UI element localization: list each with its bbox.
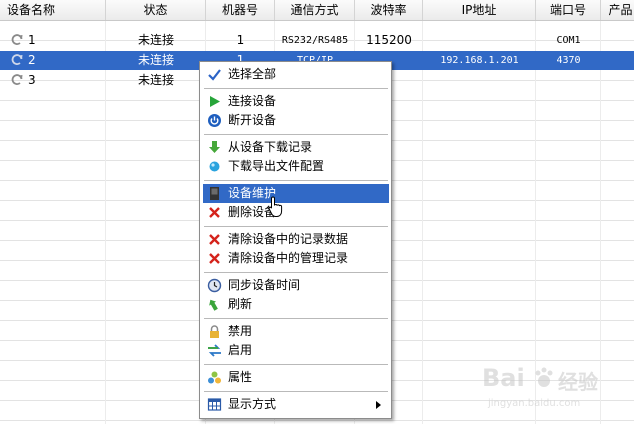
grid-view-icon <box>207 398 222 411</box>
device-refresh-icon <box>11 34 23 45</box>
red-x-icon <box>209 207 220 218</box>
red-x-icon <box>209 253 220 264</box>
menu-item-delete-device[interactable]: 删除设备 <box>203 203 389 222</box>
column-header-ip[interactable]: IP地址 <box>423 0 536 20</box>
table-header: 设备名称 状态 机器号 通信方式 波特率 IP地址 端口号 产品 <box>0 0 634 21</box>
baidu-watermark: Bai 经验 jingyan.baidu.com <box>478 362 628 418</box>
menu-item-label: 清除设备中的记录数据 <box>228 232 349 246</box>
context-menu: 选择全部 连接设备 断开设备 从设备下载记录 下载导出文件配置 设备维护 删除设… <box>199 61 392 419</box>
watermark-brand-suffix: 经验 <box>558 370 598 394</box>
device-refresh-icon <box>11 74 23 85</box>
refresh-icon <box>209 299 218 311</box>
properties-icon <box>208 371 221 384</box>
device-icon <box>210 187 219 200</box>
menu-item-label: 从设备下载记录 <box>228 140 313 154</box>
swap-arrows-icon <box>208 344 221 357</box>
column-header-product[interactable]: 产品 <box>601 0 634 20</box>
red-x-icon <box>209 234 220 245</box>
power-icon <box>208 114 221 127</box>
column-header-status[interactable]: 状态 <box>106 0 206 20</box>
menu-item-display-mode[interactable]: 显示方式 <box>203 395 389 414</box>
cell-status: 未连接 <box>137 33 174 47</box>
menu-separator <box>204 134 388 135</box>
menu-separator <box>204 226 388 227</box>
play-arrow-icon <box>210 96 220 107</box>
clock-icon <box>207 278 222 293</box>
device-refresh-icon <box>11 54 23 65</box>
cell-baud: 115200 <box>366 33 412 47</box>
menu-item-enable[interactable]: 启用 <box>203 341 389 360</box>
column-header-comm[interactable]: 通信方式 <box>275 0 355 20</box>
menu-item-disconnect[interactable]: 断开设备 <box>203 111 389 130</box>
cell-name: 1 <box>28 33 36 47</box>
cell-port: COM1 <box>556 35 581 46</box>
cell-name: 2 <box>28 53 36 67</box>
menu-separator <box>204 364 388 365</box>
menu-separator <box>204 391 388 392</box>
cell-ip <box>423 31 536 50</box>
menu-item-sync-time[interactable]: 同步设备时间 <box>203 276 389 295</box>
column-header-name[interactable]: 设备名称 <box>0 0 106 20</box>
menu-item-clear-records[interactable]: 清除设备中的记录数据 <box>203 230 389 249</box>
menu-item-device-maintenance[interactable]: 设备维护 <box>203 184 389 203</box>
menu-item-properties[interactable]: 属性 <box>203 368 389 387</box>
menu-item-connect[interactable]: 连接设备 <box>203 92 389 111</box>
cell-ip: 192.168.1.201 <box>440 55 519 66</box>
menu-item-label: 启用 <box>228 343 253 357</box>
menu-separator <box>204 318 388 319</box>
menu-separator <box>204 272 388 273</box>
menu-item-select-all[interactable]: 选择全部 <box>203 65 389 84</box>
menu-item-label: 显示方式 <box>228 397 277 411</box>
checkmark-icon <box>208 69 221 81</box>
column-header-baud[interactable]: 波特率 <box>355 0 423 20</box>
cell-name: 3 <box>28 73 36 87</box>
cell-machine: 1 <box>236 33 245 47</box>
table-row[interactable]: 1 未连接 1 RS232/RS485 115200 COM1 <box>0 31 634 50</box>
menu-item-label: 属性 <box>228 370 253 384</box>
blue-dot-icon <box>209 161 220 172</box>
cell-status: 未连接 <box>137 73 174 87</box>
menu-separator <box>204 180 388 181</box>
cell-status: 未连接 <box>137 53 174 67</box>
menu-item-label: 刷新 <box>228 297 253 311</box>
menu-item-export-config[interactable]: 下载导出文件配置 <box>203 157 389 176</box>
watermark-url: jingyan.baidu.com <box>488 398 581 409</box>
watermark-brand: Bai <box>482 364 525 392</box>
lock-icon <box>210 325 219 338</box>
menu-item-download-records[interactable]: 从设备下载记录 <box>203 138 389 157</box>
submenu-arrow-icon <box>376 401 381 409</box>
hand-cursor-icon <box>268 196 283 217</box>
column-header-port[interactable]: 端口号 <box>536 0 601 20</box>
menu-item-label: 同步设备时间 <box>228 278 301 292</box>
cell-comm: RS232/RS485 <box>281 35 349 46</box>
menu-item-label: 连接设备 <box>228 94 277 108</box>
menu-item-label: 禁用 <box>228 324 253 338</box>
menu-separator <box>204 88 388 89</box>
menu-item-label: 清除设备中的管理记录 <box>228 251 349 265</box>
menu-item-label: 选择全部 <box>228 67 277 81</box>
column-header-machine[interactable]: 机器号 <box>206 0 275 20</box>
paw-logo-icon <box>535 367 553 387</box>
menu-item-clear-admin-records[interactable]: 清除设备中的管理记录 <box>203 249 389 268</box>
menu-item-refresh[interactable]: 刷新 <box>203 295 389 314</box>
menu-item-label: 断开设备 <box>228 113 277 127</box>
menu-item-disable[interactable]: 禁用 <box>203 322 389 341</box>
menu-item-label: 下载导出文件配置 <box>228 159 325 173</box>
cell-port: 4370 <box>556 55 581 66</box>
download-arrow-icon <box>209 141 220 153</box>
